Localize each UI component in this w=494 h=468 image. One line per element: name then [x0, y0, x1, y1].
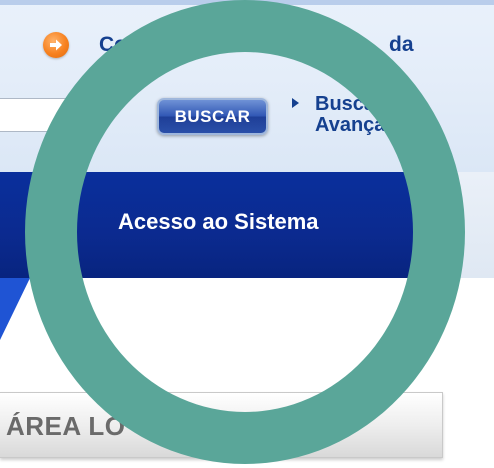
- top-strip: [0, 0, 494, 5]
- header-band: [0, 0, 494, 172]
- advanced-search-link[interactable]: Busca Avança: [315, 94, 385, 136]
- search-input[interactable]: [0, 98, 100, 132]
- buscar-button[interactable]: BUSCAR: [157, 98, 268, 135]
- banner-right-edge: [438, 172, 494, 278]
- orange-arrow-icon[interactable]: [43, 32, 69, 58]
- bullet-arrow-icon: [292, 98, 299, 108]
- arrow-right-icon: [50, 39, 62, 51]
- top-link-left[interactable]: Co: [99, 33, 127, 57]
- advanced-search-line1: Busca: [315, 93, 376, 115]
- blue-wedge-decoration: [0, 278, 30, 340]
- access-system-title[interactable]: Acesso ao Sistema: [118, 209, 319, 235]
- advanced-search-line2: Avança: [315, 114, 386, 136]
- area-tab-label: ÁREA LO: [6, 411, 126, 441]
- top-link-right[interactable]: da: [389, 33, 414, 57]
